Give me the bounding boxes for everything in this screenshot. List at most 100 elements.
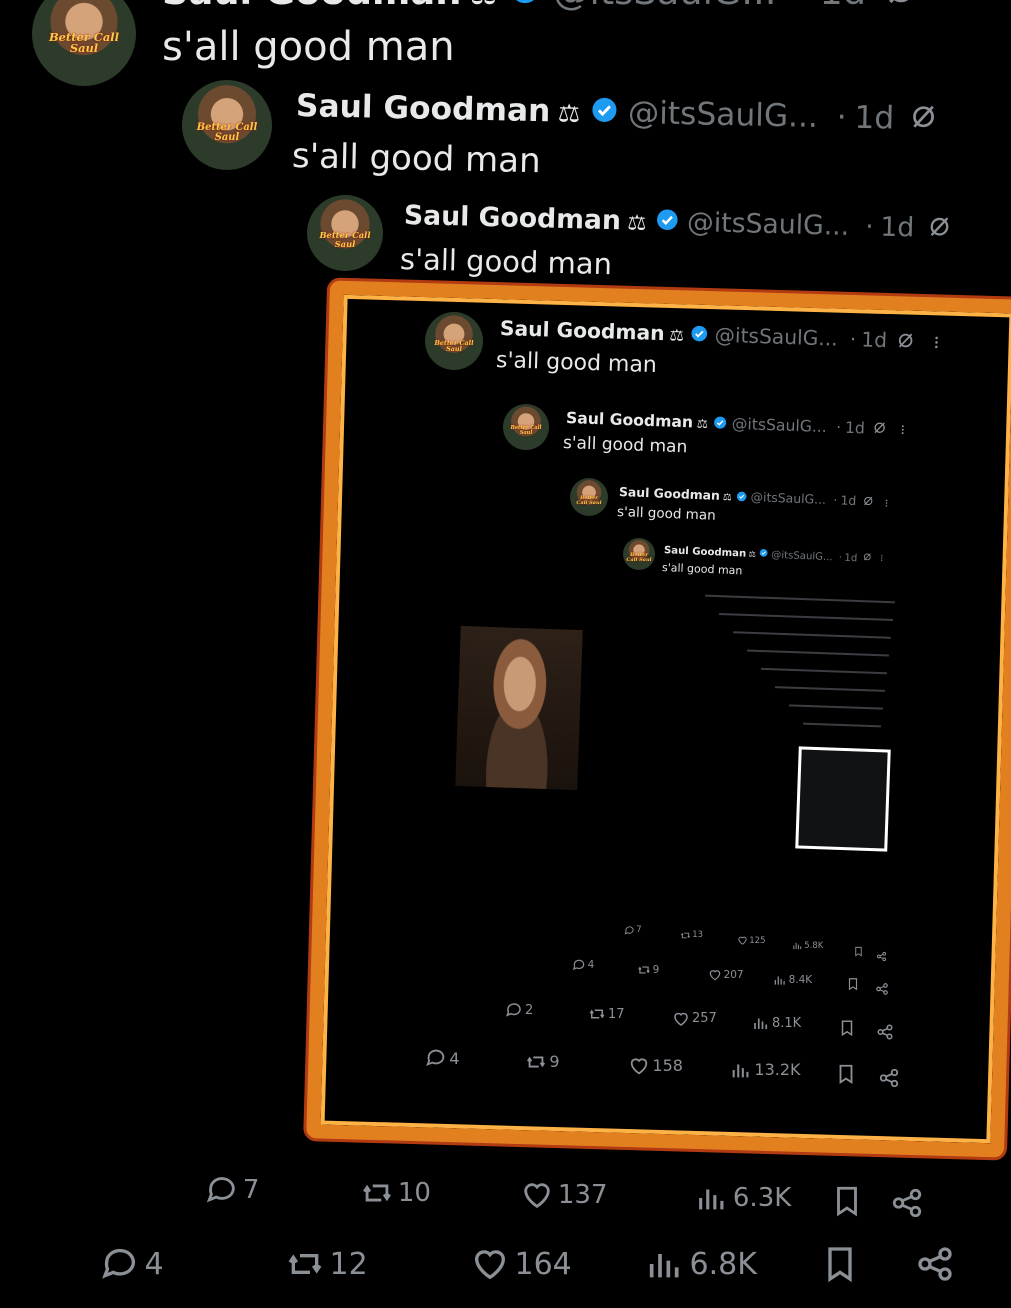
like-icon <box>672 1010 690 1028</box>
tweet-text: s'all good man <box>162 24 455 70</box>
timestamp: 1d <box>879 211 915 244</box>
reply-button[interactable]: 4 <box>425 1047 460 1069</box>
more-icon[interactable] <box>928 331 944 355</box>
author-name[interactable]: Saul Goodman <box>566 408 694 431</box>
better-call-saul-logo: Better Call Saul <box>319 230 371 249</box>
share-button[interactable] <box>915 1244 955 1284</box>
like-button[interactable]: 137 <box>520 1178 608 1212</box>
views-button[interactable]: 13.2K <box>730 1059 801 1081</box>
share-icon <box>915 1244 955 1284</box>
views-button[interactable]: 8.1K <box>752 1014 801 1032</box>
bookmark-icon <box>820 1244 860 1284</box>
author-name[interactable]: Saul Goodman <box>162 0 461 13</box>
verified-icon <box>759 548 769 561</box>
repost-icon <box>525 1051 547 1073</box>
tweet-text: s'all good man <box>399 242 613 282</box>
like-button[interactable]: 125 <box>737 935 766 946</box>
views-button[interactable]: 5.8K <box>792 940 823 951</box>
author-name[interactable]: Saul Goodman <box>619 484 720 503</box>
bookmark-button[interactable] <box>835 1063 857 1085</box>
views-button[interactable]: 6.8K <box>645 1244 757 1284</box>
like-count: 125 <box>749 935 766 946</box>
reply-count: 4 <box>587 959 595 971</box>
saul-photo[interactable] <box>455 625 583 791</box>
bookmark-button[interactable] <box>820 1244 860 1284</box>
grok-icon[interactable] <box>885 0 917 15</box>
author-name[interactable]: Saul Goodman <box>296 88 551 129</box>
views-button[interactable]: 6.3K <box>695 1181 791 1215</box>
reply-button[interactable]: 7 <box>624 925 642 936</box>
views-icon <box>695 1181 729 1215</box>
reply-button[interactable]: 2 <box>505 1001 533 1019</box>
reply-button[interactable]: 4 <box>100 1244 164 1284</box>
avatar[interactable]: Better Call Saul <box>503 404 549 450</box>
avatar[interactable]: Better Call Saul <box>425 312 483 370</box>
like-button[interactable]: 257 <box>672 1010 717 1028</box>
views-icon <box>645 1244 685 1284</box>
bookmark-button[interactable] <box>838 1019 856 1037</box>
repost-button[interactable]: 12 <box>285 1244 368 1284</box>
more-icon[interactable] <box>882 495 892 510</box>
repost-button[interactable]: 10 <box>360 1176 431 1210</box>
repost-count: 17 <box>607 1006 625 1022</box>
share-button[interactable] <box>890 1186 924 1220</box>
repost-count: 9 <box>549 1052 560 1072</box>
grok-icon[interactable] <box>862 494 873 509</box>
avatar[interactable]: Better Call Saul <box>570 478 608 516</box>
avatar[interactable]: Better Call Saul <box>32 0 136 86</box>
reply-icon <box>572 958 586 972</box>
grok-icon[interactable] <box>909 102 937 139</box>
repost-icon <box>588 1005 606 1023</box>
like-icon <box>708 968 722 982</box>
grok-icon[interactable] <box>927 214 951 246</box>
better-call-saul-logo: Better Call Saul <box>48 29 119 56</box>
timestamp: 1d <box>854 99 895 137</box>
share-button[interactable] <box>876 951 887 962</box>
tweet-text: s'all good man <box>291 136 542 182</box>
views-icon <box>752 1014 770 1032</box>
share-button[interactable] <box>875 982 889 996</box>
timestamp: 1d <box>860 327 888 353</box>
like-count: 257 <box>691 1011 717 1027</box>
repost-button[interactable]: 13 <box>680 930 703 941</box>
avatar[interactable]: Better Call Saul <box>307 195 383 271</box>
scale-icon: ⚖ <box>627 210 647 236</box>
like-button[interactable]: 207 <box>708 968 744 982</box>
like-count: 137 <box>557 1180 608 1211</box>
more-icon[interactable] <box>878 554 886 565</box>
bookmark-button[interactable] <box>853 946 864 957</box>
repost-button[interactable]: 17 <box>588 1005 624 1023</box>
author-handle: @itsSaulG... <box>627 94 819 135</box>
repost-button[interactable]: 9 <box>525 1051 560 1073</box>
grok-icon[interactable] <box>897 330 915 355</box>
scale-icon: ⚖ <box>557 98 581 128</box>
better-call-saul-logo: Better Call Saul <box>576 495 602 507</box>
grok-icon[interactable] <box>872 420 886 439</box>
share-icon <box>878 1067 900 1089</box>
bookmark-icon <box>830 1184 864 1218</box>
more-icon[interactable] <box>897 421 910 440</box>
scale-icon: ⚖ <box>696 415 709 431</box>
like-button[interactable]: 164 <box>470 1244 572 1284</box>
share-icon <box>876 1023 894 1041</box>
share-button[interactable] <box>878 1067 900 1089</box>
reply-button[interactable]: 7 <box>205 1173 259 1207</box>
bookmark-icon <box>838 1019 856 1037</box>
like-button[interactable]: 158 <box>628 1055 683 1077</box>
share-button[interactable] <box>876 1023 894 1041</box>
bookmark-button[interactable] <box>830 1184 864 1218</box>
bookmark-button[interactable] <box>846 977 860 991</box>
grok-icon[interactable] <box>862 553 871 565</box>
nested-screenshot[interactable] <box>795 746 891 852</box>
repost-button[interactable]: 9 <box>637 963 659 977</box>
separator-dot: · <box>864 211 875 243</box>
views-button[interactable]: 8.4K <box>773 973 812 987</box>
bookmark-icon <box>853 946 864 957</box>
author-name[interactable]: Saul Goodman <box>404 200 622 236</box>
timestamp: 1d <box>844 552 858 565</box>
scale-icon: ⚖ <box>748 548 757 560</box>
author-name[interactable]: Saul Goodman <box>500 316 665 345</box>
reply-button[interactable]: 4 <box>572 958 594 972</box>
avatar[interactable]: Better Call Saul <box>623 538 655 570</box>
avatar[interactable]: Better Call Saul <box>182 80 272 170</box>
